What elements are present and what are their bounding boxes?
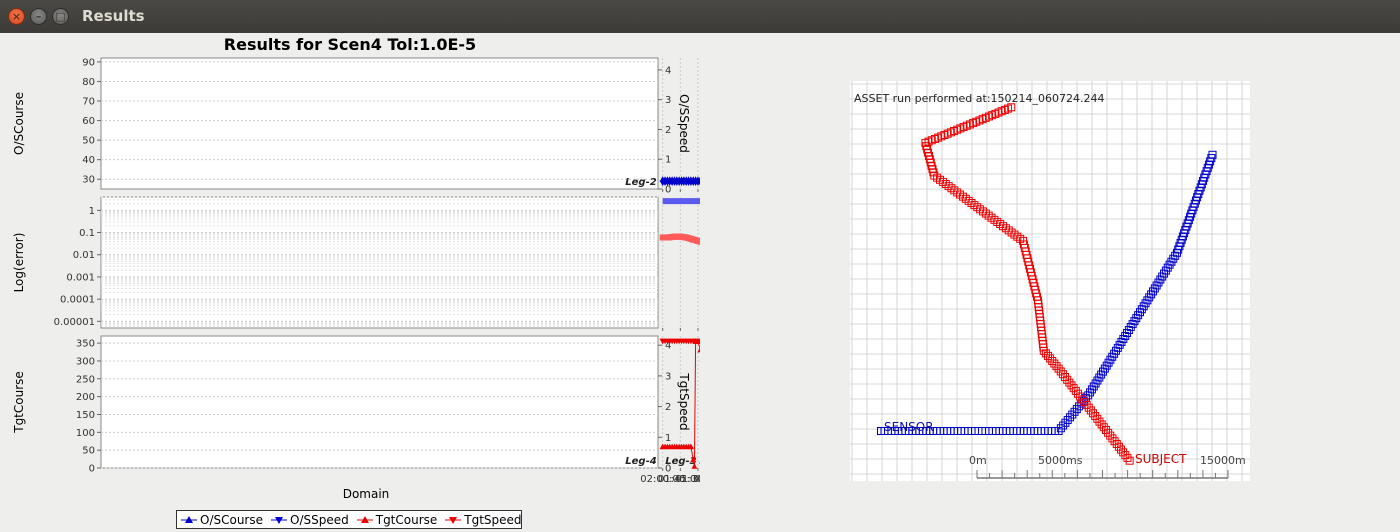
y2-tick-label: 1: [665, 433, 671, 444]
y2-tick-label: 2: [665, 125, 671, 136]
y-tick-label: 200: [76, 392, 95, 403]
y-axis-label: O/SCourse: [12, 92, 26, 155]
leg-label: Leg-2: [699, 456, 700, 467]
subplot-error: 1 0.1 0.01 0.001 0.0001 0.00001 Log(error): [12, 196, 700, 331]
legend-label: O/SSpeed: [290, 512, 349, 527]
leg-label: Leg-2: [625, 177, 656, 188]
y-tick-label: 250: [76, 374, 95, 385]
y-tick-label: 0.1: [79, 228, 95, 239]
scale-label: 15000m: [1200, 454, 1246, 467]
y2-axis-label: O/SSpeed: [677, 94, 691, 153]
y-tick-label: 30: [82, 175, 95, 186]
y-tick-label: 80: [82, 77, 95, 88]
y-tick-label: 90: [82, 57, 95, 68]
x-axis-label: Domain: [343, 487, 390, 501]
y-tick-label: 60: [82, 116, 95, 127]
y-tick-label: 1: [89, 206, 95, 217]
close-icon: ×: [11, 10, 22, 23]
data-point: [689, 236, 696, 243]
run-annotation: ASSET run performed at:150214_060724.244: [854, 92, 1105, 105]
x-tick-label: 02:00:00: [640, 474, 685, 485]
minimize-icon: –: [35, 10, 42, 23]
scale-label: 0m: [969, 454, 987, 467]
legend-item-oscourse: O/SCourse: [181, 513, 263, 527]
data-point: [694, 237, 700, 244]
legend-item-tgtcourse: TgtCourse: [356, 512, 438, 527]
title-bar: × – □ Results: [0, 0, 1400, 33]
data-point: [671, 233, 678, 240]
maximize-window-button[interactable]: □: [52, 8, 69, 25]
scale-label: 5000ms: [1038, 454, 1083, 467]
legend-item-osspeed: O/SSpeed: [271, 513, 349, 527]
y-tick-label: 0.01: [73, 250, 95, 261]
legend-item-tgtspeed: TgtSpeed: [445, 512, 522, 527]
sensor-label: SENSOR: [884, 420, 934, 434]
y2-tick-label: 4: [665, 65, 671, 76]
data-point: [677, 233, 684, 240]
y-tick-label: 0.0001: [60, 295, 95, 306]
legend-label: TgtCourse: [375, 512, 438, 527]
plot-area: [100, 57, 659, 190]
y-axis-label: TgtCourse: [12, 371, 26, 434]
y-tick-label: 0.00001: [54, 317, 95, 328]
legend-label: O/SCourse: [200, 512, 263, 527]
data-point: [683, 234, 690, 241]
window-title: Results: [82, 7, 145, 25]
results-chart: Results for Scen4 Tol:1.0E-5304050607080…: [12, 35, 700, 501]
y-axis-label: Log(error): [12, 233, 26, 293]
subject-label: SUBJECT: [1135, 452, 1187, 466]
plot-area: [100, 335, 659, 469]
close-window-button[interactable]: ×: [8, 8, 25, 25]
minimize-window-button[interactable]: –: [30, 8, 47, 25]
leg-label: Leg-4: [625, 456, 656, 467]
chart-legend: O/SCourse O/SSpeed TgtCourse TgtSpeed: [176, 510, 522, 529]
legend-label: TgtSpeed: [464, 512, 522, 527]
y2-tick-label: 2: [665, 402, 671, 413]
maximize-icon: □: [55, 10, 66, 23]
y2-tick-label: 1: [665, 155, 671, 166]
y-tick-label: 0.001: [66, 272, 95, 283]
y-tick-label: 40: [82, 155, 95, 166]
y-tick-label: 0: [89, 464, 95, 475]
y-tick-label: 70: [82, 97, 95, 108]
subplot-ownship: 30 40 50 60 70 80 90 0 1 2 3 4 O/SCourse O/SSpeed Leg-…: [12, 57, 700, 196]
data-point: [659, 234, 666, 241]
y-tick-label: 150: [76, 410, 95, 421]
subplot-target: 05010015020025030035001234TgtCourse TgtSp…: [12, 335, 700, 475]
y-tick-label: 350: [76, 339, 95, 350]
y-tick-label: 300: [76, 356, 95, 367]
y2-tick-label: 0: [665, 185, 671, 196]
y-tick-label: 100: [76, 428, 95, 439]
chart-title: Results for Scen4 Tol:1.0E-5: [224, 35, 476, 54]
y2-axis-label: TgtSpeed: [677, 372, 691, 430]
track-plot: ASSET run performed at:150214_060724.244…: [850, 81, 1250, 481]
y-tick-label: 50: [82, 136, 95, 147]
data-point: [665, 234, 672, 241]
y2-tick-label: 3: [665, 95, 671, 106]
y2-tick-label: 3: [665, 371, 671, 382]
y-tick-label: 50: [82, 446, 95, 457]
